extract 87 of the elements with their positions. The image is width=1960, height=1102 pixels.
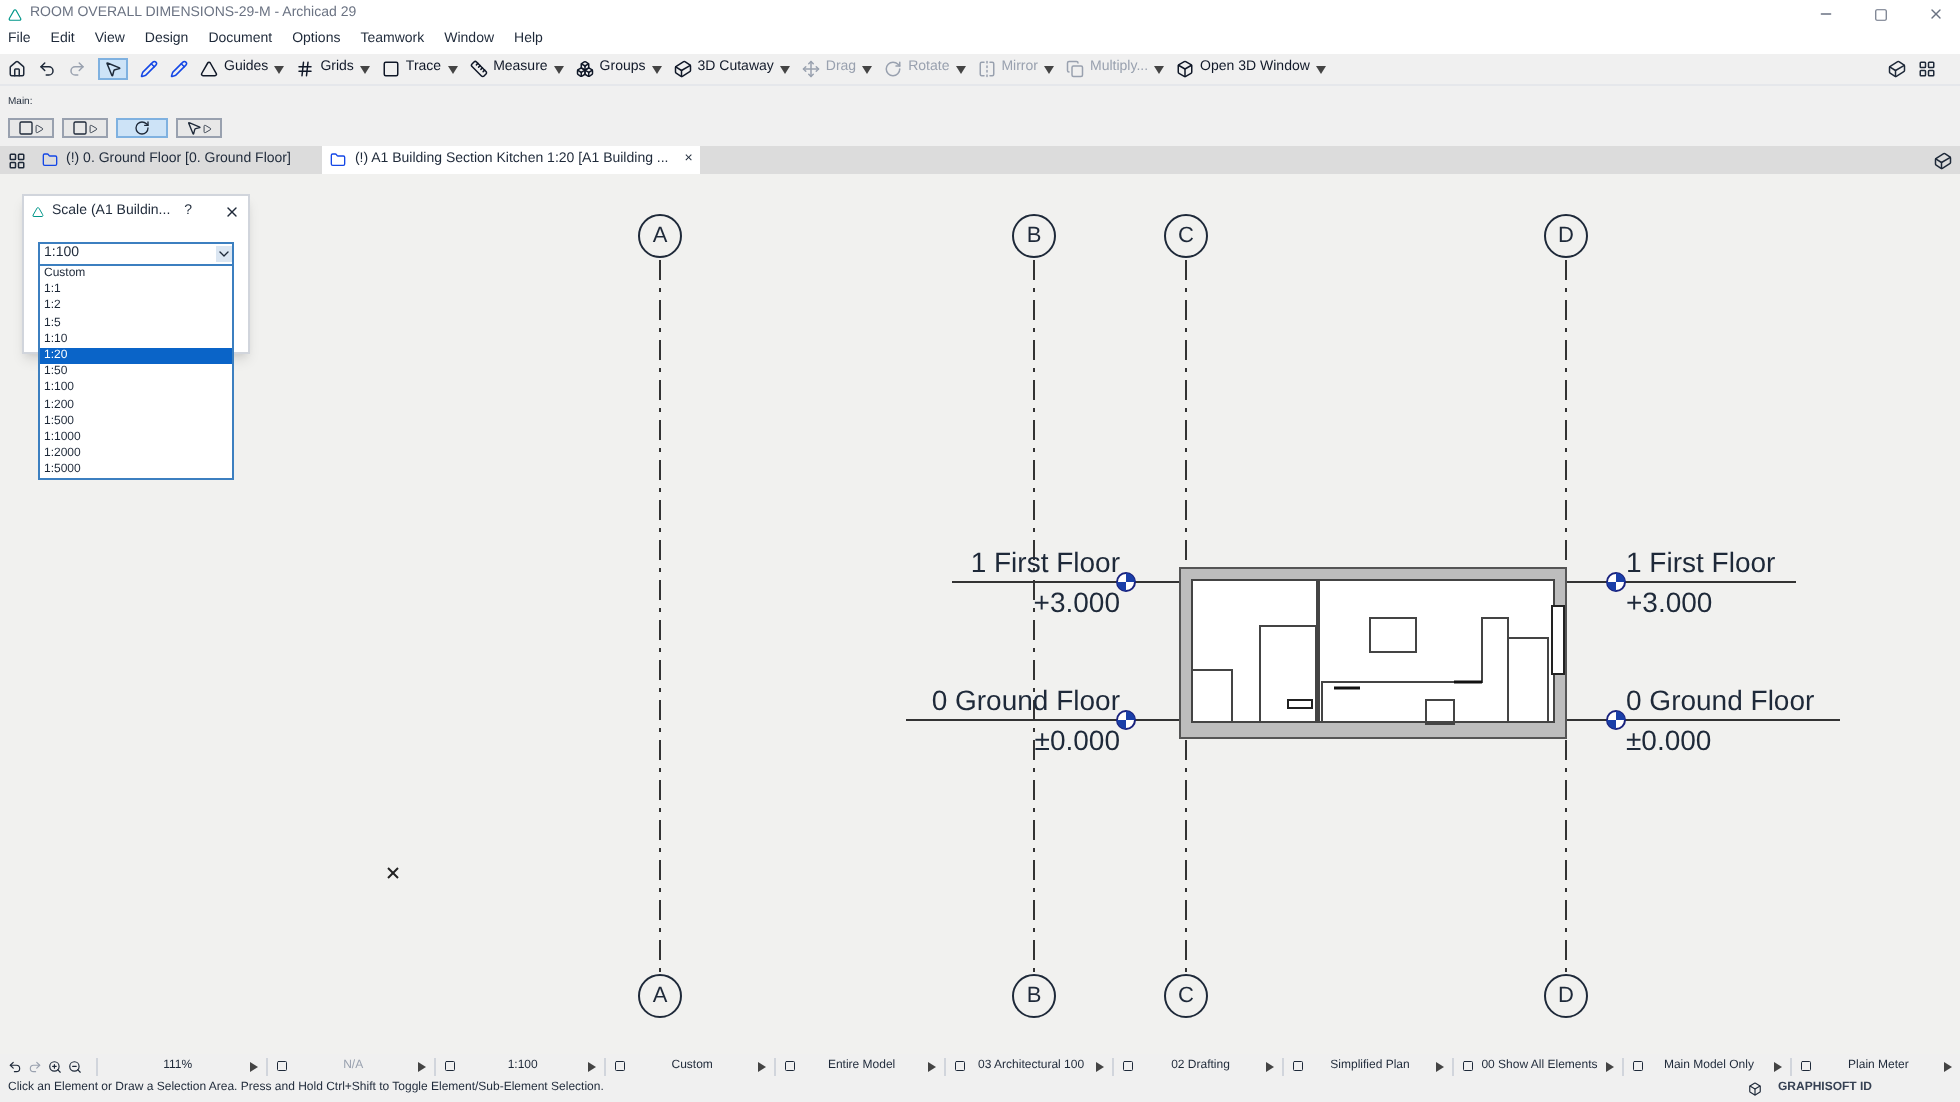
caret-icon[interactable] xyxy=(1315,65,1326,73)
tool-icon[interactable] xyxy=(575,60,594,78)
orbit-icon[interactable] xyxy=(134,120,150,136)
caret-icon[interactable] xyxy=(1266,1061,1275,1071)
caret-icon[interactable] xyxy=(1944,1061,1953,1071)
pencil-icon[interactable] xyxy=(140,60,158,78)
status-icon[interactable] xyxy=(783,1060,796,1072)
play-icon[interactable] xyxy=(34,123,44,133)
play-icon[interactable] xyxy=(202,123,212,133)
caret-icon[interactable] xyxy=(955,65,966,73)
caret-icon[interactable] xyxy=(418,1061,427,1071)
tool-icon[interactable] xyxy=(1176,60,1195,78)
grid-bubble: C xyxy=(1164,214,1208,258)
caret-icon[interactable] xyxy=(249,1061,258,1071)
grid-icon[interactable] xyxy=(1918,60,1936,78)
caret-icon[interactable] xyxy=(1605,1061,1614,1071)
level-name: 0 Ground Floor xyxy=(931,686,1120,714)
tool-icon[interactable] xyxy=(469,60,488,78)
status-icon[interactable] xyxy=(444,1060,457,1072)
level-marker-icon xyxy=(1606,572,1626,592)
folder-icon xyxy=(330,152,347,168)
app-logo-icon xyxy=(32,206,44,218)
view-icon[interactable] xyxy=(18,120,34,136)
zoom-in-icon[interactable] xyxy=(48,1059,62,1073)
caret-icon[interactable] xyxy=(274,65,285,73)
home-icon[interactable] xyxy=(8,60,26,78)
status-icon[interactable] xyxy=(1631,1060,1644,1072)
level-elevation: ±0.000 xyxy=(1626,726,1712,754)
pointer-icon[interactable] xyxy=(186,120,202,136)
level-elevation: +3.000 xyxy=(1626,588,1713,616)
level-marker-icon xyxy=(1116,572,1136,592)
level-marker-icon xyxy=(1606,710,1626,730)
caret-icon[interactable] xyxy=(553,65,564,73)
chevron-icon[interactable] xyxy=(216,246,232,262)
status-icon[interactable] xyxy=(1461,1060,1474,1072)
tool-icon[interactable] xyxy=(673,60,692,78)
maximize-icon[interactable] xyxy=(1874,7,1888,21)
status-icon[interactable] xyxy=(1800,1060,1813,1072)
caret-icon[interactable] xyxy=(757,1061,766,1071)
level-elevation: ±0.000 xyxy=(1034,726,1120,754)
level-name: 1 First Floor xyxy=(1626,548,1776,576)
level-elevation: +3.000 xyxy=(1033,588,1120,616)
tool-icon[interactable] xyxy=(381,60,400,78)
caret-icon[interactable] xyxy=(1096,1061,1105,1071)
grid-bubble: A xyxy=(638,214,682,258)
caret-icon[interactable] xyxy=(779,65,790,73)
grid-bubble: D xyxy=(1544,974,1588,1018)
status-icon[interactable] xyxy=(614,1060,627,1072)
cube-icon[interactable] xyxy=(1888,60,1906,78)
level-name: 1 First Floor xyxy=(970,548,1120,576)
caret-icon[interactable] xyxy=(651,65,662,73)
grid-bubble: D xyxy=(1544,214,1588,258)
close-icon[interactable] xyxy=(224,204,240,220)
view-options-icon[interactable] xyxy=(1934,151,1952,169)
status-icon[interactable] xyxy=(953,1060,966,1072)
caret-icon[interactable] xyxy=(1154,65,1165,73)
tool-icon[interactable] xyxy=(296,60,315,78)
tool-icon[interactable] xyxy=(200,60,218,78)
undo-icon[interactable] xyxy=(38,60,56,78)
account-icon[interactable] xyxy=(1747,1082,1762,1096)
play-icon[interactable] xyxy=(88,123,98,133)
caret-icon[interactable] xyxy=(359,65,370,73)
caret-icon[interactable] xyxy=(862,65,873,73)
app-logo-icon xyxy=(8,7,22,21)
folder-icon xyxy=(42,152,58,168)
arrow-tool-button[interactable] xyxy=(98,58,128,80)
cross-mark-icon xyxy=(387,867,399,879)
caret-icon[interactable] xyxy=(588,1061,597,1071)
caret-icon[interactable] xyxy=(927,1061,936,1071)
grid-bubble: A xyxy=(638,974,682,1018)
undo-icon[interactable] xyxy=(8,1059,22,1073)
status-icon[interactable] xyxy=(275,1060,288,1072)
tabs-grid-icon[interactable] xyxy=(8,151,26,169)
status-icon[interactable] xyxy=(1292,1060,1305,1072)
view-icon[interactable] xyxy=(72,120,88,136)
caret-icon[interactable] xyxy=(1044,65,1054,73)
grid-bubble: C xyxy=(1164,974,1208,1018)
level-marker-icon xyxy=(1116,710,1136,730)
caret-icon[interactable] xyxy=(1774,1061,1783,1071)
grid-bubble: B xyxy=(1012,214,1056,258)
grid-bubble: B xyxy=(1012,974,1056,1018)
pencil-icon[interactable] xyxy=(170,60,188,78)
caret-icon[interactable] xyxy=(1435,1061,1444,1071)
caret-icon[interactable] xyxy=(447,65,458,73)
status-icon[interactable] xyxy=(1122,1060,1135,1072)
zoom-out-icon[interactable] xyxy=(68,1059,82,1073)
level-name: 0 Ground Floor xyxy=(1626,686,1815,714)
